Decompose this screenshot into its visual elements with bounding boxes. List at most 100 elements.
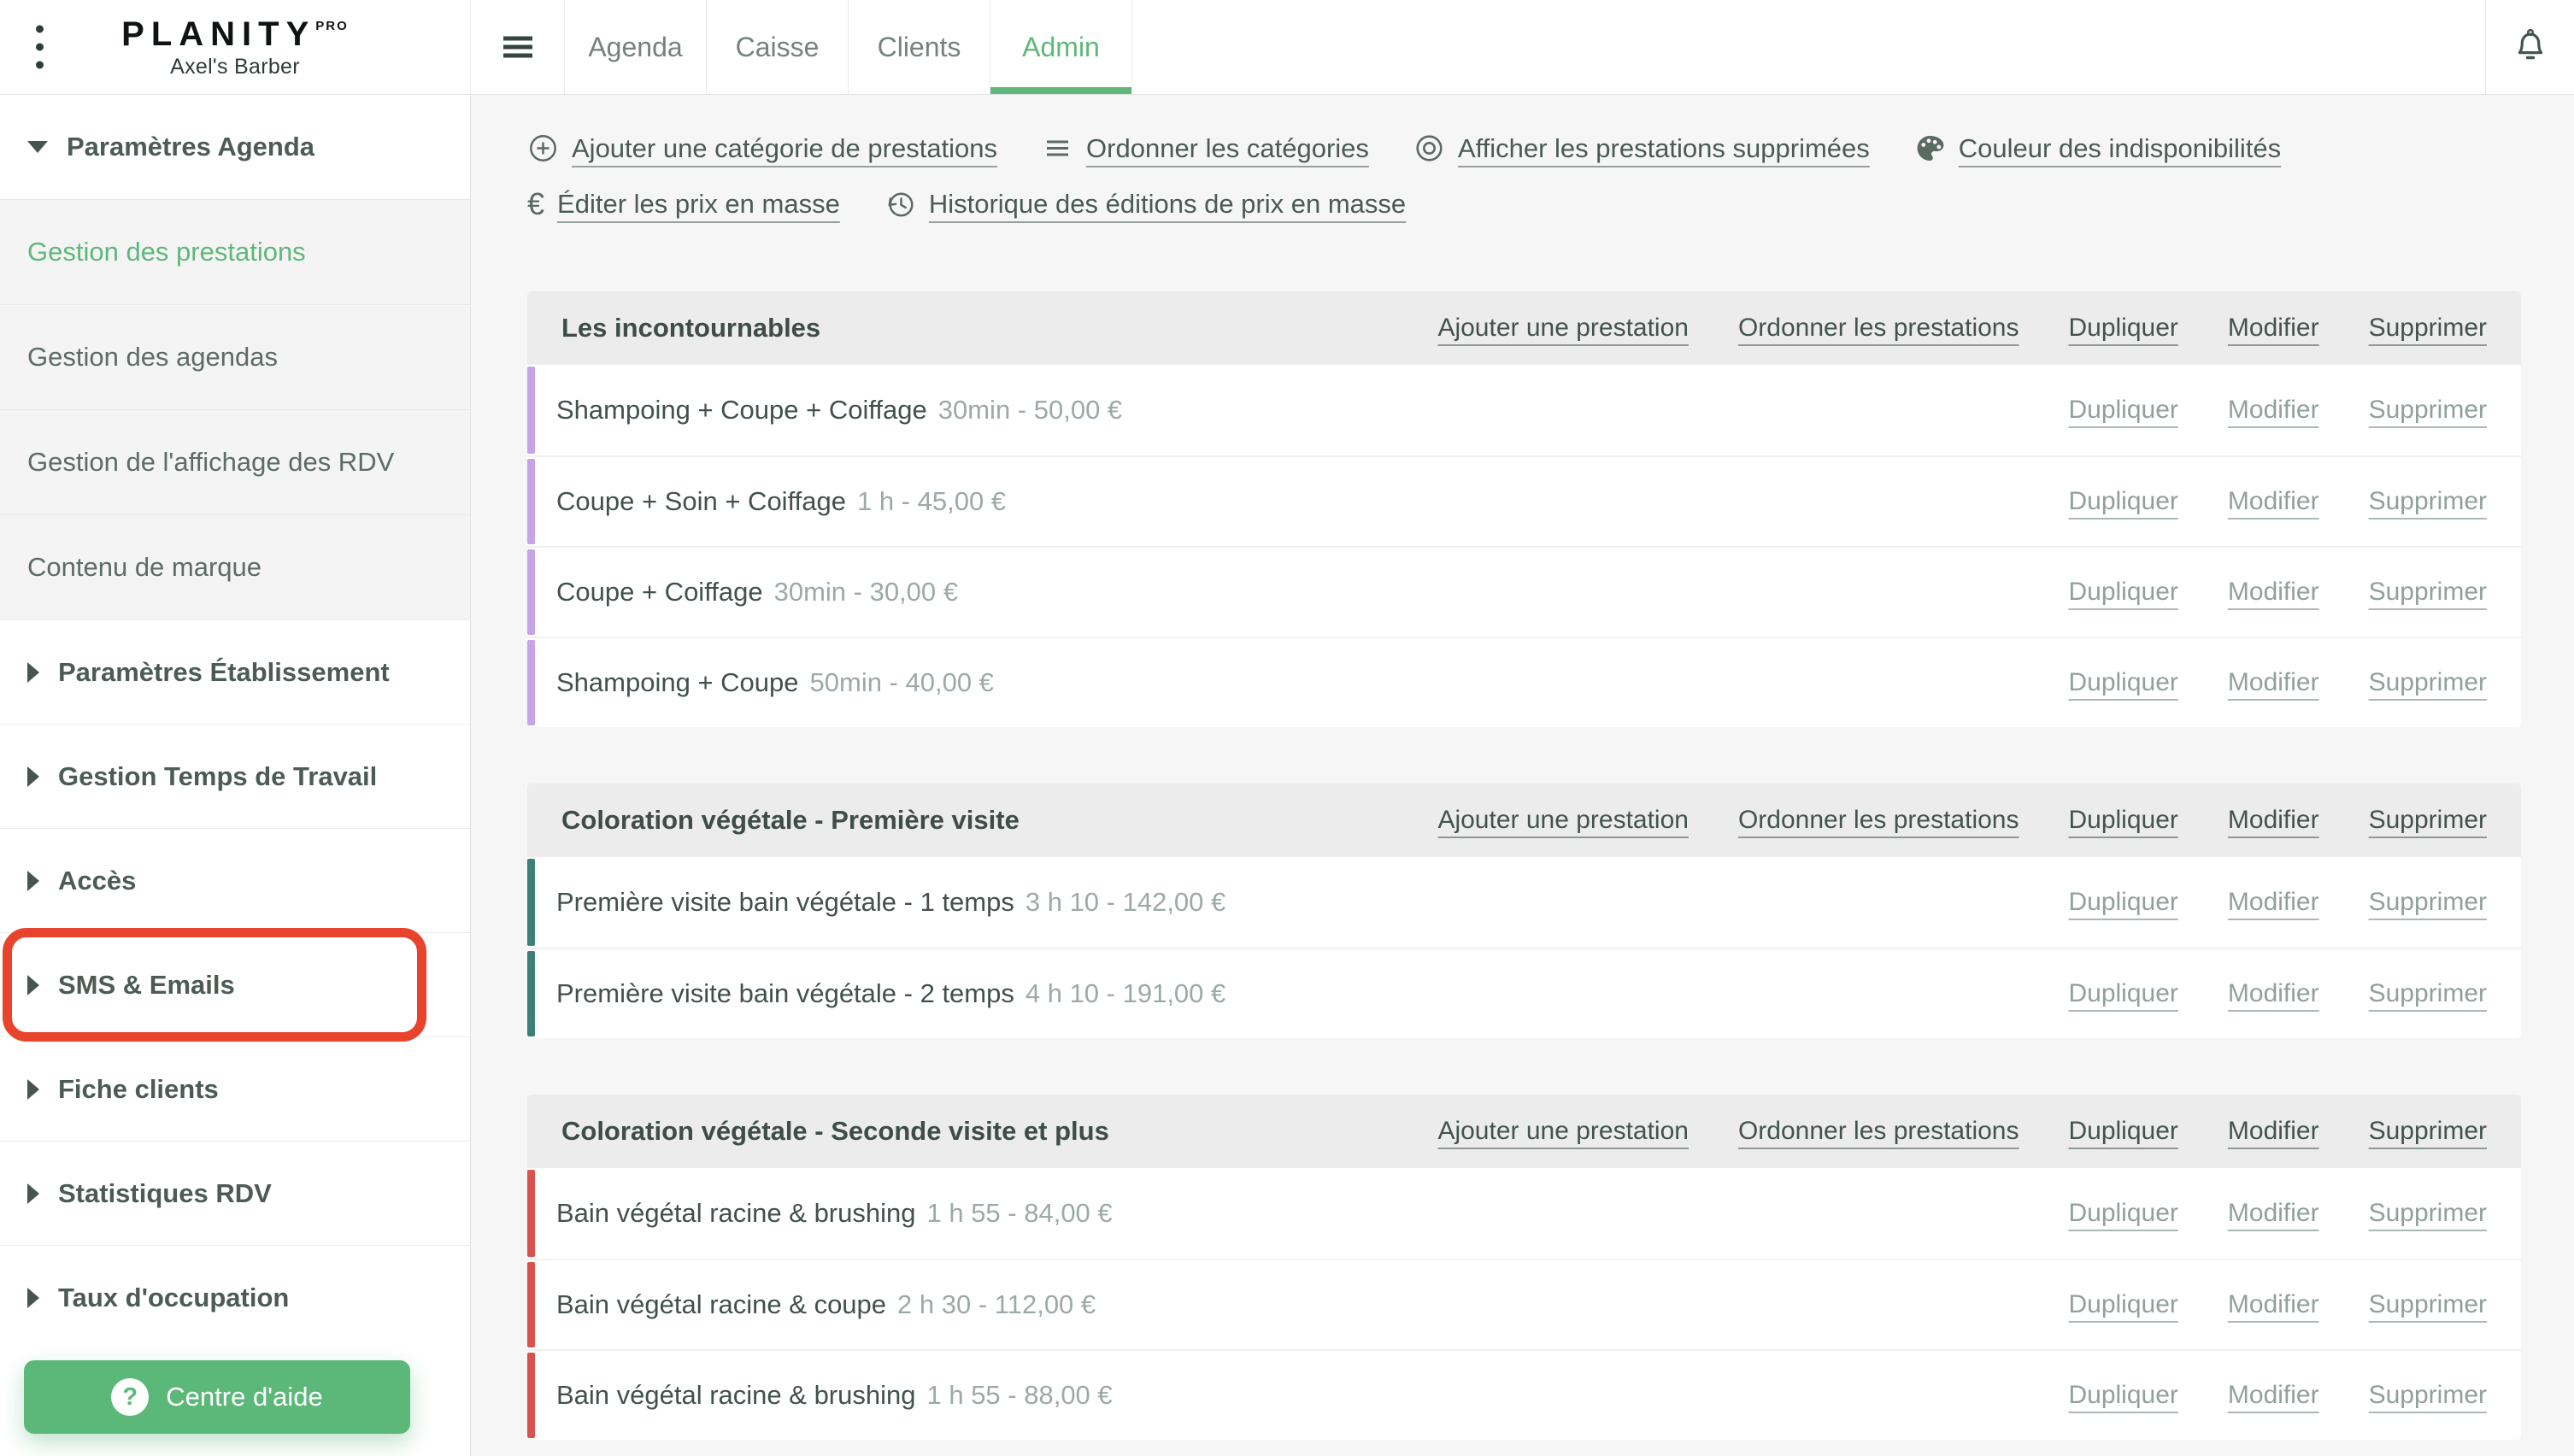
sidebar-section-acces[interactable]: Accès <box>0 828 470 932</box>
service-name: Shampoing + Coupe + Coiffage <box>556 395 927 426</box>
row-action-modifier[interactable]: Modifier <box>2228 888 2319 917</box>
row-action-supprimer[interactable]: Supprimer <box>2369 1199 2487 1228</box>
sidebar-section-parametres-etablissement[interactable]: Paramètres Établissement <box>0 619 470 724</box>
service-details: 2 h 30 - 112,00 € <box>897 1289 1096 1320</box>
category-action-supprimer[interactable]: Supprimer <box>2369 1117 2487 1146</box>
category-action-supprimer[interactable]: Supprimer <box>2369 314 2487 343</box>
service-row-actions: Dupliquer Modifier Supprimer <box>2068 888 2487 917</box>
service-row: Coupe + Soin + Coiffage 1 h - 45,00 € Du… <box>527 455 2521 546</box>
service-details: 30min - 30,00 € <box>774 577 958 608</box>
main-content: Ajouter une catégorie de prestations Ord… <box>471 95 2574 1456</box>
sidebar-section-sms-emails[interactable]: SMS & Emails <box>0 932 470 1036</box>
service-row-actions: Dupliquer Modifier Supprimer <box>2068 979 2487 1008</box>
category-action-modifier[interactable]: Modifier <box>2228 806 2319 835</box>
sidebar-item-gestion-de-l-affichage-des-rdv[interactable]: Gestion de l'affichage des RDV <box>0 409 470 514</box>
toolbar-link-couleur-des-indisponibilites[interactable]: Couleur des indisponibilités <box>1914 132 2281 164</box>
palette-icon <box>1914 132 1946 164</box>
tab-caisse[interactable]: Caisse <box>707 0 849 94</box>
row-action-supprimer[interactable]: Supprimer <box>2369 487 2487 516</box>
category-rows: Shampoing + Coupe + Coiffage 30min - 50,… <box>527 365 2521 727</box>
category-title: Coloration végétale - Première visite <box>561 805 1020 836</box>
top-bar-right <box>2485 0 2574 94</box>
category-action-ajouter-une-prestation[interactable]: Ajouter une prestation <box>1437 314 1689 343</box>
toolbar-link-editer-les-prix-en-masse[interactable]: € Éditer les prix en masse <box>527 189 840 220</box>
row-action-modifier[interactable]: Modifier <box>2228 487 2319 516</box>
plus-circle-icon <box>527 132 559 164</box>
category-action-modifier[interactable]: Modifier <box>2228 1117 2319 1146</box>
sidebar-section-parametres-agenda[interactable]: Paramètres Agenda <box>0 95 470 199</box>
notification-bell-icon[interactable] <box>2510 26 2551 68</box>
row-action-modifier[interactable]: Modifier <box>2228 396 2319 425</box>
toolbar-link-afficher-les-prestations-supprimees[interactable]: Afficher les prestations supprimées <box>1413 132 1870 164</box>
sidebar-item-gestion-des-prestations[interactable]: Gestion des prestations <box>0 199 470 304</box>
kebab-menu-icon[interactable] <box>36 26 44 69</box>
row-action-supprimer[interactable]: Supprimer <box>2369 578 2487 607</box>
toolbar-link-historique-des-editions-de-prix-en-masse[interactable]: Historique des éditions de prix en masse <box>884 188 1406 220</box>
row-action-supprimer[interactable]: Supprimer <box>2369 979 2487 1008</box>
row-action-modifier[interactable]: Modifier <box>2228 979 2319 1008</box>
tab-agenda[interactable]: Agenda <box>565 0 707 94</box>
sidebar-rows: Paramètres Agenda Gestion des prestation… <box>0 95 470 1349</box>
row-action-modifier[interactable]: Modifier <box>2228 1290 2319 1319</box>
service-details: 1 h 55 - 84,00 € <box>926 1198 1112 1229</box>
category-action-dupliquer[interactable]: Dupliquer <box>2068 806 2177 835</box>
row-action-dupliquer[interactable]: Dupliquer <box>2068 668 2177 697</box>
category-action-dupliquer[interactable]: Dupliquer <box>2068 314 2177 343</box>
row-action-modifier[interactable]: Modifier <box>2228 1381 2319 1410</box>
active-tab-underline <box>990 87 1131 94</box>
row-action-supprimer[interactable]: Supprimer <box>2369 888 2487 917</box>
sidebar-section-gestion-temps-de-travail[interactable]: Gestion Temps de Travail <box>0 724 470 828</box>
category-actions: Ajouter une prestation Ordonner les prest… <box>1437 314 2487 343</box>
service-name: Première visite bain végétale - 1 temps <box>556 887 1014 918</box>
tab-admin[interactable]: Admin <box>990 0 1132 94</box>
category-color-bar <box>527 1262 535 1347</box>
service-details: 1 h 55 - 88,00 € <box>926 1380 1112 1411</box>
row-action-dupliquer[interactable]: Dupliquer <box>2068 1290 2177 1319</box>
service-row: Shampoing + Coupe + Coiffage 30min - 50,… <box>527 365 2521 455</box>
category-action-ordonner-les-prestations[interactable]: Ordonner les prestations <box>1738 806 2019 835</box>
row-action-supprimer[interactable]: Supprimer <box>2369 668 2487 697</box>
tab-clients[interactable]: Clients <box>849 0 990 94</box>
row-action-dupliquer[interactable]: Dupliquer <box>2068 979 2177 1008</box>
hamburger-menu-icon[interactable] <box>471 0 565 94</box>
category-action-supprimer[interactable]: Supprimer <box>2369 806 2487 835</box>
help-center-button[interactable]: ? Centre d'aide <box>24 1360 410 1434</box>
category-action-ordonner-les-prestations[interactable]: Ordonner les prestations <box>1738 314 2019 343</box>
toolbar-link-ordonner-les-categories[interactable]: Ordonner les catégories <box>1042 132 1369 164</box>
row-action-dupliquer[interactable]: Dupliquer <box>2068 396 2177 425</box>
sidebar-item-gestion-des-agendas[interactable]: Gestion des agendas <box>0 304 470 409</box>
category-action-ajouter-une-prestation[interactable]: Ajouter une prestation <box>1437 806 1689 835</box>
row-action-modifier[interactable]: Modifier <box>2228 578 2319 607</box>
row-action-modifier[interactable]: Modifier <box>2228 1199 2319 1228</box>
row-action-supprimer[interactable]: Supprimer <box>2369 1290 2487 1319</box>
row-action-dupliquer[interactable]: Dupliquer <box>2068 1199 2177 1228</box>
category-coloration-vegetale-seconde-visite-et-plus: Coloration végétale - Seconde visite et … <box>527 1095 2521 1440</box>
row-action-dupliquer[interactable]: Dupliquer <box>2068 1381 2177 1410</box>
category-action-ajouter-une-prestation[interactable]: Ajouter une prestation <box>1437 1117 1689 1146</box>
category-header: Coloration végétale - Seconde visite et … <box>527 1095 2521 1168</box>
sidebar-item-contenu-de-marque[interactable]: Contenu de marque <box>0 514 470 619</box>
toolbar-link-ajouter-une-categorie-de-prestations[interactable]: Ajouter une catégorie de prestations <box>527 132 997 164</box>
category-color-bar <box>527 1170 535 1257</box>
sidebar-section-statistiques-rdv[interactable]: Statistiques RDV <box>0 1141 470 1245</box>
category-color-bar <box>527 549 535 635</box>
category-action-modifier[interactable]: Modifier <box>2228 314 2319 343</box>
category-header: Les incontournables Ajouter une prestati… <box>527 291 2521 365</box>
category-action-ordonner-les-prestations[interactable]: Ordonner les prestations <box>1738 1117 2019 1146</box>
row-action-dupliquer[interactable]: Dupliquer <box>2068 888 2177 917</box>
service-row: Bain végétal racine & brushing 1 h 55 - … <box>527 1349 2521 1440</box>
row-action-modifier[interactable]: Modifier <box>2228 668 2319 697</box>
sidebar-section-taux-d-occupation[interactable]: Taux d'occupation <box>0 1245 470 1349</box>
row-action-dupliquer[interactable]: Dupliquer <box>2068 578 2177 607</box>
caret-icon <box>27 1079 39 1100</box>
row-action-dupliquer[interactable]: Dupliquer <box>2068 487 2177 516</box>
row-action-supprimer[interactable]: Supprimer <box>2369 1381 2487 1410</box>
brand-pro-suffix: PRO <box>315 19 349 33</box>
category-action-dupliquer[interactable]: Dupliquer <box>2068 1117 2177 1146</box>
sidebar-section-fiche-clients[interactable]: Fiche clients <box>0 1036 470 1141</box>
service-name: Coupe + Soin + Coiffage <box>556 486 846 517</box>
row-action-supprimer[interactable]: Supprimer <box>2369 396 2487 425</box>
help-center-label: Centre d'aide <box>166 1382 322 1412</box>
service-name: Bain végétal racine & brushing <box>556 1380 915 1411</box>
service-name: Coupe + Coiffage <box>556 577 763 608</box>
